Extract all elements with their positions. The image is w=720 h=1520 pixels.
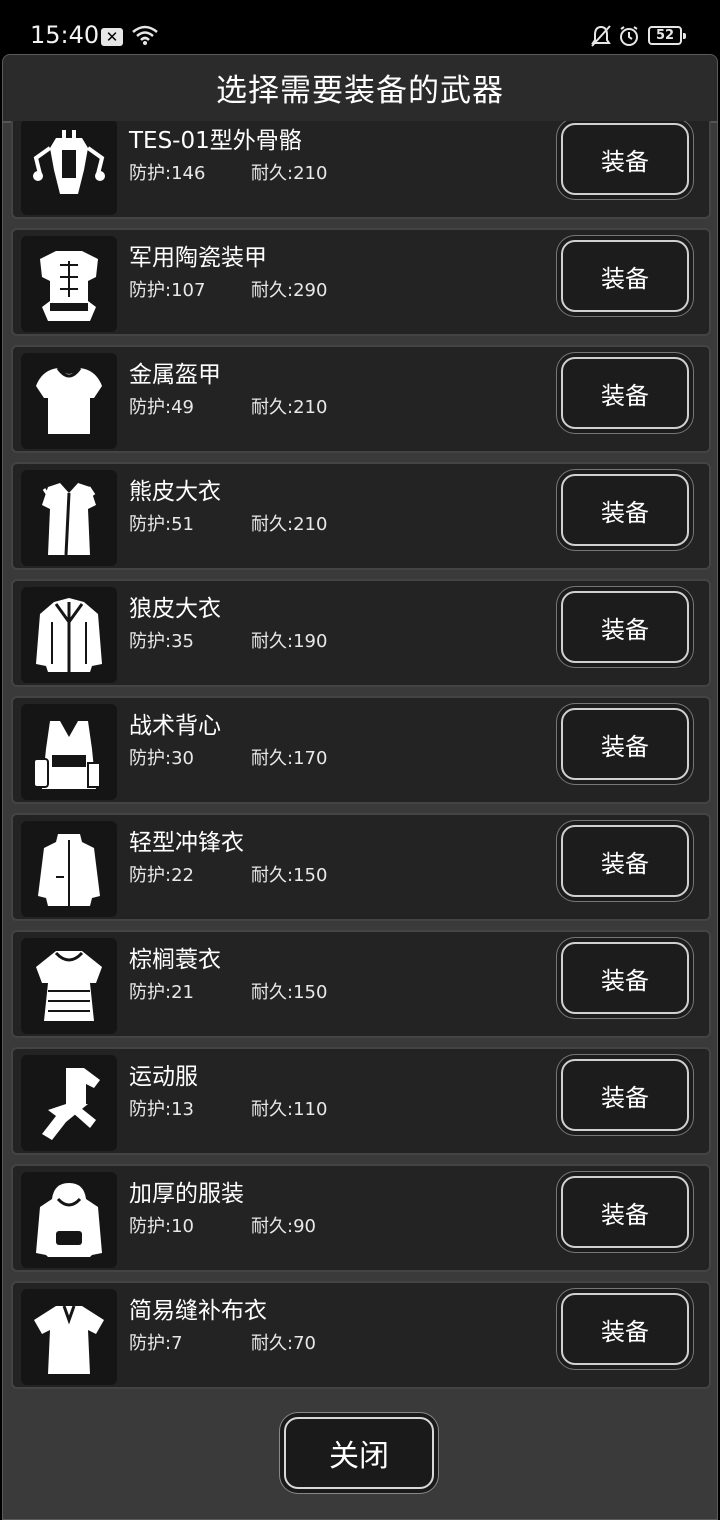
list-item: 轻型冲锋衣 防护:22 耐久:150 装备 [11,813,711,921]
close-button[interactable]: 关闭 [284,1417,434,1489]
dialog-title: 选择需要装备的武器 [216,73,504,109]
item-defense: 防护:13 [129,1099,194,1120]
list-item: 运动服 防护:13 耐久:110 装备 [11,1047,711,1155]
item-thumbnail [21,821,117,917]
item-defense: 防护:10 [129,1216,194,1237]
item-thumbnail [21,121,117,215]
item-thumbnail [21,470,117,566]
item-durability: 耐久:210 [251,514,328,535]
item-defense: 防护:51 [129,514,194,535]
notification-icon: ✕ [101,28,123,46]
item-thumbnail [21,1289,117,1385]
metal-armor-icon [36,367,102,434]
item-thumbnail [21,353,117,449]
equip-button[interactable]: 装备 [561,825,689,897]
item-durability: 耐久:210 [251,397,328,418]
item-durability: 耐久:150 [251,865,328,886]
equip-button[interactable]: 装备 [561,591,689,663]
dialog-footer: 关闭 [3,1389,717,1519]
item-name: 军用陶瓷装甲 [129,245,267,271]
item-durability: 耐久:150 [251,982,328,1003]
item-thumbnail [21,704,117,800]
dialog-header: 选择需要装备的武器 [3,55,717,123]
item-defense: 防护:30 [129,748,194,769]
equip-button[interactable]: 装备 [561,1059,689,1131]
equipment-list[interactable]: TES-01型外骨骼 防护:146 耐久:210 装备 军用陶瓷装甲 防护:10… [9,121,713,1389]
alarm-icon [620,26,638,46]
item-name: 棕榈蓑衣 [129,947,221,973]
ceramic-armor-icon [40,251,98,321]
item-thumbnail [21,1055,117,1151]
equip-button[interactable]: 装备 [561,1293,689,1365]
item-name: 加厚的服装 [129,1181,244,1207]
equip-button[interactable]: 装备 [561,474,689,546]
list-item: 熊皮大衣 防护:51 耐久:210 装备 [11,462,711,570]
item-name: 简易缝补布衣 [129,1298,267,1324]
item-name: 战术背心 [129,713,221,739]
wolf-coat-icon [36,598,102,672]
item-name: TES-01型外骨骼 [129,128,302,154]
item-durability: 耐久:110 [251,1099,328,1120]
list-item: 金属盔甲 防护:49 耐久:210 装备 [11,345,711,453]
equip-button[interactable]: 装备 [561,357,689,429]
item-durability: 耐久:190 [251,631,328,652]
item-name: 金属盔甲 [129,362,221,388]
exoskeleton-icon [33,130,105,194]
equip-button[interactable]: 装备 [561,1176,689,1248]
status-bar: 15:40 ✕ 52 [0,0,720,56]
list-item: 加厚的服装 防护:10 耐久:90 装备 [11,1164,711,1272]
status-time: 15:40 [30,21,100,49]
item-defense: 防护:107 [129,280,206,301]
item-defense: 防护:35 [129,631,194,652]
tracksuit-icon [42,1068,100,1140]
list-item: 棕榈蓑衣 防护:21 耐久:150 装备 [11,930,711,1038]
equip-button[interactable]: 装备 [561,708,689,780]
item-thumbnail [21,1172,117,1268]
item-defense: 防护:49 [129,397,194,418]
hoodie-icon [36,1183,102,1257]
item-durability: 耐久:170 [251,748,328,769]
equip-button[interactable]: 装备 [561,942,689,1014]
tactical-vest-icon [33,721,101,789]
item-durability: 耐久:210 [251,163,328,184]
wifi-icon [132,25,158,45]
list-item: TES-01型外骨骼 防护:146 耐久:210 装备 [11,121,711,219]
item-thumbnail [21,587,117,683]
list-item: 简易缝补布衣 防护:7 耐久:70 装备 [11,1281,711,1389]
bell-muted-icon [591,25,611,47]
item-name: 运动服 [129,1064,198,1090]
item-durability: 耐久:90 [251,1216,316,1237]
list-item: 战术背心 防护:30 耐久:170 装备 [11,696,711,804]
item-thumbnail [21,938,117,1034]
item-thumbnail [21,236,117,332]
item-defense: 防护:7 [129,1333,183,1354]
item-durability: 耐久:70 [251,1333,316,1354]
shirt-icon [34,1305,104,1374]
equip-button[interactable]: 装备 [561,123,689,195]
item-name: 狼皮大衣 [129,596,221,622]
equip-button[interactable]: 装备 [561,240,689,312]
battery-indicator: 52 [648,26,686,45]
bear-coat-icon [42,483,96,556]
palm-raincoat-icon [36,951,102,1021]
item-defense: 防护:22 [129,865,194,886]
jacket-icon [38,834,100,906]
list-item: 狼皮大衣 防护:35 耐久:190 装备 [11,579,711,687]
item-durability: 耐久:290 [251,280,328,301]
equipment-dialog: 选择需要装备的武器 TES-01型外骨骼 防护:146 耐久:210 装备 军用… [2,54,718,1520]
item-defense: 防护:146 [129,163,206,184]
list-item: 军用陶瓷装甲 防护:107 耐久:290 装备 [11,228,711,336]
item-name: 轻型冲锋衣 [129,830,244,856]
item-name: 熊皮大衣 [129,479,221,505]
item-defense: 防护:21 [129,982,194,1003]
